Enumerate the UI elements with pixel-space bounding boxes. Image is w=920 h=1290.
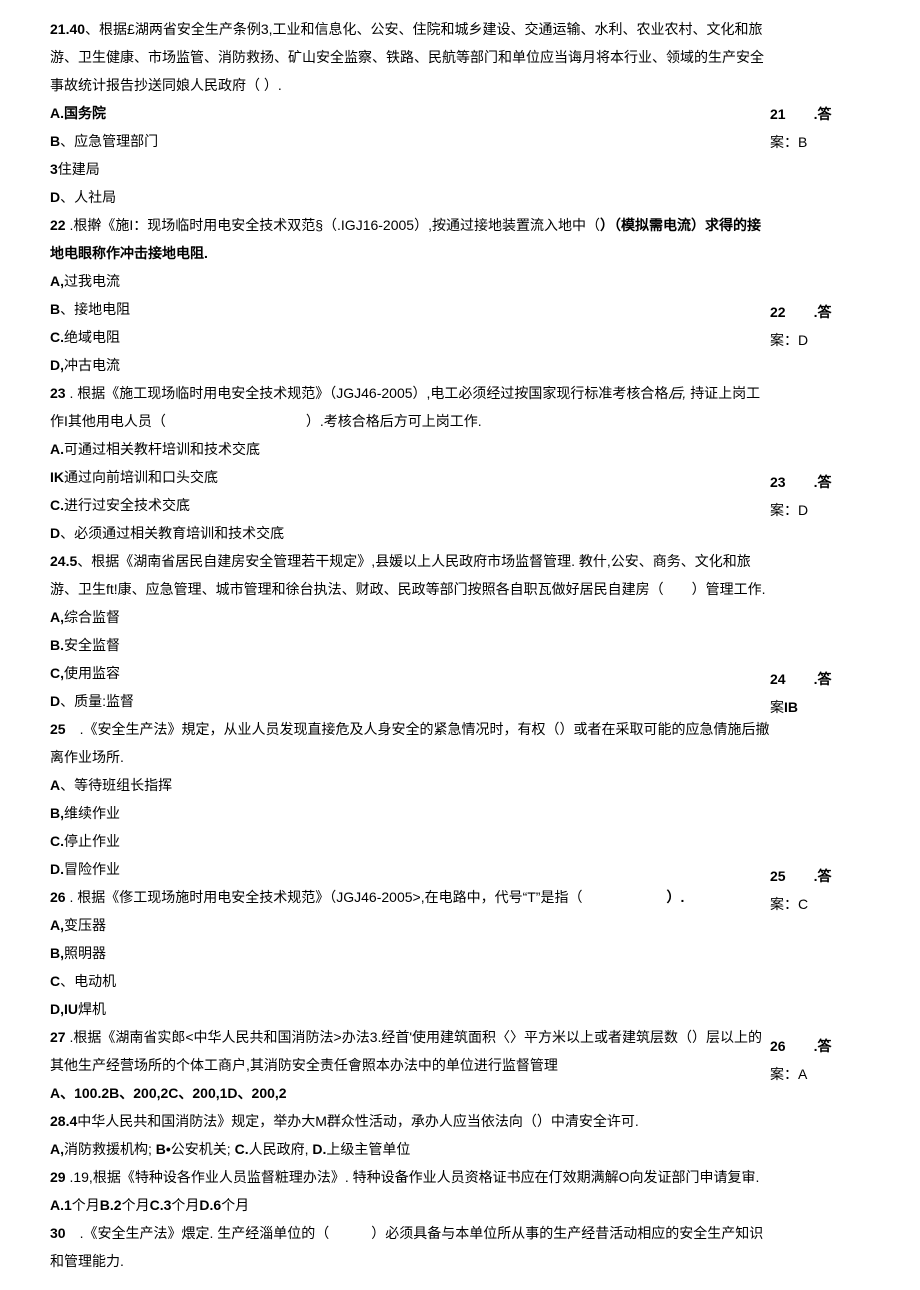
q24-option-b: B.安全监督 — [50, 631, 770, 659]
q25-stem: 25 .《安全生产法》規定，从业人员发现直接危及人身安全的紧急情况时，有权（）或… — [50, 715, 770, 771]
q23-num: 23 — [50, 385, 66, 401]
q28-stem: 28.4中华人民共和国消防法》规定，举办大M群众性活动，承办人应当依法向（）中清… — [50, 1107, 770, 1135]
q28-options: A,消防救援机构; B•公安机关; C.人民政府, D.上级主管单位 — [50, 1135, 770, 1163]
q27-options: A、100.2B、200,2C、200,1D、200,2 — [50, 1079, 770, 1107]
answer-24: 24 .答案IB — [770, 665, 870, 721]
q24-num: 24.5 — [50, 553, 77, 569]
q24-stem: 24.5、根据《湖南省居民自建房安全管理若干规定》,县媛以上人民政府市场监督管理… — [50, 547, 770, 603]
q26-option-a: A,变压器 — [50, 911, 770, 939]
q21-option-c: 3住建局 — [50, 155, 770, 183]
q22-option-c: C.绝域电阻 — [50, 323, 770, 351]
answer-26: 26 .答案：A — [770, 1032, 870, 1088]
q27-stem: 27 .根据《湖南省实郎<中华人民共和国消防法>办法3.经首'使用建筑面积〈〉平… — [50, 1023, 770, 1079]
answer-25: 25 .答案：C — [770, 862, 870, 918]
answer-23: 23 .答案：D — [770, 468, 870, 524]
q26-stem: 26 . 根据《俢工现场施时用电安全技术规范》（JGJ46-2005>,在电路中… — [50, 883, 770, 911]
q25-option-d: D.冒险作业 — [50, 855, 770, 883]
q29-options: A.1个月B.2个月C.3个月D.6个月 — [50, 1191, 770, 1219]
q22-num: 22 — [50, 217, 66, 233]
q24-option-d: D、质量:监督 — [50, 687, 770, 715]
q21-option-a: A.国务院 — [50, 99, 770, 127]
answer-22: 22 .答案：D — [770, 298, 870, 354]
q23-option-c: C.进行过安全技术交底 — [50, 491, 770, 519]
q23-option-b: IK通过向前培训和口头交底 — [50, 463, 770, 491]
q22-stem: 22 .根擀《施I：现场临时用电安全技术双范§（.IGJ16-2005）,按通过… — [50, 211, 770, 267]
q21-option-d: D、人社局 — [50, 183, 770, 211]
answer-21: 21 .答案：B — [770, 100, 870, 156]
q22-option-a: A,过我电流 — [50, 267, 770, 295]
q23-option-d: D、必须通过相关教育培训和技术交底 — [50, 519, 770, 547]
q25-option-b: B,维续作业 — [50, 799, 770, 827]
q26-num: 26 — [50, 889, 66, 905]
q23-stem: 23 . 根据《施工现场临时用电安全技术规范》（JGJ46-2005）,电工必须… — [50, 379, 770, 435]
q26-option-d: D,IU焊机 — [50, 995, 770, 1023]
q29-stem: 29 .19,根据《特种设各作业人员监督粧理办法》. 特种设备作业人员资格证书应… — [50, 1163, 770, 1191]
q28-num: 28.4 — [50, 1113, 77, 1129]
q29-num: 29 — [50, 1169, 66, 1185]
q22-option-b: B、接地电阻 — [50, 295, 770, 323]
q21-stem: 21.40、根据£湖两省安全生产条例3,工业和信息化、公安、住院和城乡建设、交通… — [50, 15, 770, 99]
q30-stem: 30 .《安全生产法》煨定. 生产经淄单位的（ ）必须具备与本单位所从事的生产经… — [50, 1219, 770, 1275]
q21-option-b: B、应急管理部门 — [50, 127, 770, 155]
q27-num: 27 — [50, 1029, 66, 1045]
q26-option-b: B,照明器 — [50, 939, 770, 967]
q22-option-d: D,冲古电流 — [50, 351, 770, 379]
q24-option-a: A,综合监督 — [50, 603, 770, 631]
q30-num: 30 — [50, 1225, 66, 1241]
q23-option-a: A.可通过相关教杆培训和技术交底 — [50, 435, 770, 463]
q21-num: 21.40 — [50, 21, 85, 37]
q24-option-c: C,使用监容 — [50, 659, 770, 687]
q25-option-a: A、等待班组长指挥 — [50, 771, 770, 799]
q25-option-c: C.停止作业 — [50, 827, 770, 855]
question-column: 21.40、根据£湖两省安全生产条例3,工业和信息化、公安、住院和城乡建设、交通… — [50, 15, 770, 1275]
q26-option-c: C、电动机 — [50, 967, 770, 995]
q25-num: 25 — [50, 721, 66, 737]
